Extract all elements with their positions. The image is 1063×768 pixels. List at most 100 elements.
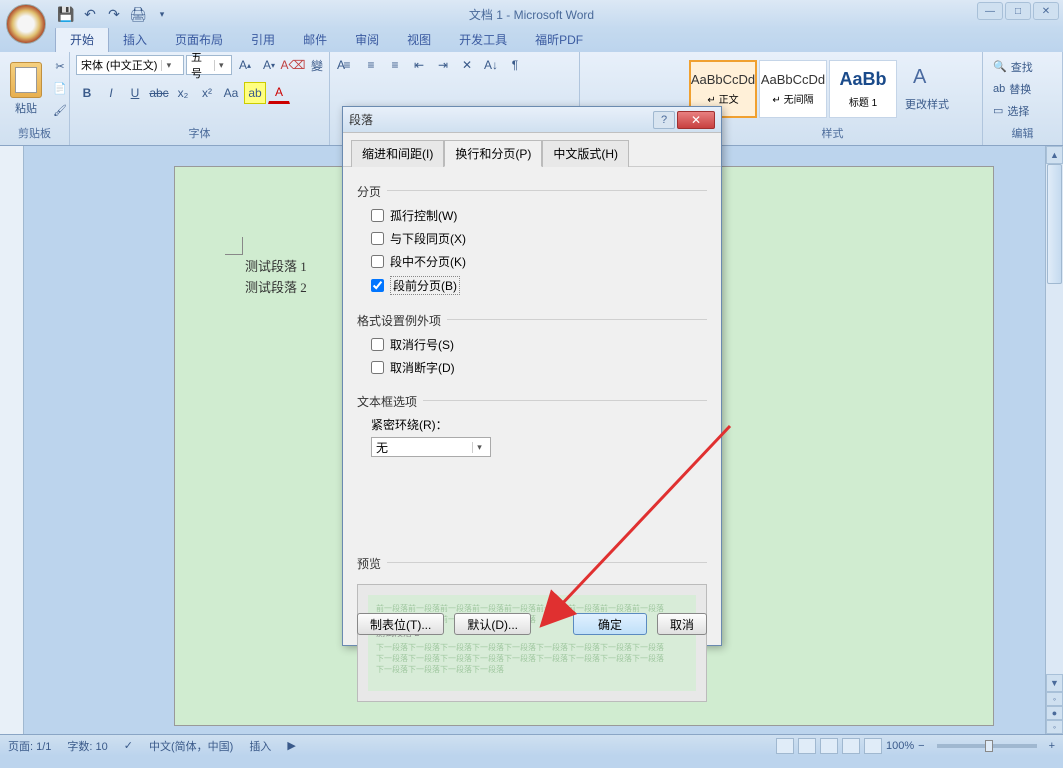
macro-icon[interactable]: ▶ <box>287 739 295 752</box>
highlight-button[interactable]: ab <box>244 82 266 104</box>
vertical-scrollbar[interactable]: ▲ ▼ ◦ ● ◦ <box>1045 146 1063 734</box>
default-button[interactable]: 默认(D)... <box>454 613 531 635</box>
zoom-level[interactable]: 100% <box>886 740 914 752</box>
phonetic-guide-icon[interactable]: 變 <box>306 54 328 76</box>
tab-references[interactable]: 引用 <box>237 27 289 52</box>
scroll-up-icon[interactable]: ▲ <box>1046 146 1063 164</box>
find-button[interactable]: 🔍查找 <box>989 57 1037 77</box>
tab-home[interactable]: 开始 <box>55 26 109 52</box>
browse-object-icon[interactable]: ● <box>1046 706 1063 720</box>
maximize-button[interactable]: □ <box>1005 2 1031 20</box>
zoom-out-icon[interactable]: − <box>918 740 924 752</box>
vertical-ruler[interactable] <box>0 146 24 734</box>
font-name-combo[interactable]: 宋体 (中文正文)▾ <box>76 55 184 75</box>
window-title: 文档 1 - Microsoft Word <box>469 6 594 23</box>
select-icon: ▭ <box>993 104 1003 117</box>
copy-icon[interactable]: 📄 <box>50 79 70 99</box>
draft-view-icon[interactable] <box>864 738 882 754</box>
web-layout-view-icon[interactable] <box>820 738 838 754</box>
minimize-button[interactable]: — <box>977 2 1003 20</box>
tab-review[interactable]: 审阅 <box>341 27 393 52</box>
scroll-track[interactable] <box>1046 164 1063 674</box>
dialog-help-button[interactable]: ? <box>653 111 675 129</box>
qat-dropdown-icon[interactable]: ▾ <box>151 3 173 25</box>
bullets-icon[interactable]: ≡ <box>336 54 358 76</box>
clear-format-icon[interactable]: A⌫ <box>282 54 304 76</box>
font-size-combo[interactable]: 五号▾ <box>186 55 232 75</box>
outline-view-icon[interactable] <box>842 738 860 754</box>
undo-icon[interactable]: ↶ <box>79 3 101 25</box>
font-color-button[interactable]: A <box>268 82 290 104</box>
tabs-button[interactable]: 制表位(T)... <box>357 613 444 635</box>
tight-wrap-combo[interactable]: 无▾ <box>371 437 491 457</box>
scroll-down-icon[interactable]: ▼ <box>1046 674 1063 692</box>
proofing-icon[interactable]: ✓ <box>124 739 133 752</box>
bold-button[interactable]: B <box>76 82 98 104</box>
select-button[interactable]: ▭选择 <box>989 101 1037 121</box>
save-icon[interactable]: 💾 <box>55 3 77 25</box>
numbering-icon[interactable]: ≡ <box>360 54 382 76</box>
suppress-line-numbers-checkbox[interactable] <box>371 338 384 351</box>
superscript-button[interactable]: x² <box>196 82 218 104</box>
tab-insert[interactable]: 插入 <box>109 27 161 52</box>
prev-page-icon[interactable]: ◦ <box>1046 692 1063 706</box>
keep-lines-checkbox[interactable] <box>371 255 384 268</box>
scroll-thumb[interactable] <box>1047 164 1062 284</box>
page-break-before-checkbox[interactable] <box>371 279 384 292</box>
office-button[interactable] <box>6 4 46 44</box>
print-layout-view-icon[interactable] <box>776 738 794 754</box>
keep-lines-label: 段中不分页(K) <box>390 253 466 270</box>
keep-with-next-checkbox[interactable] <box>371 232 384 245</box>
ok-button[interactable]: 确定 <box>573 613 647 635</box>
redo-icon[interactable]: ↷ <box>103 3 125 25</box>
close-button[interactable]: ✕ <box>1033 2 1059 20</box>
show-marks-icon[interactable]: ¶ <box>504 54 526 76</box>
grow-font-icon[interactable]: A▴ <box>234 54 256 76</box>
tab-foxit-pdf[interactable]: 福昕PDF <box>521 27 597 52</box>
dialog-close-button[interactable]: ✕ <box>677 111 715 129</box>
style-no-spacing[interactable]: AaBbCcDd ↵ 无间隔 <box>759 60 827 118</box>
next-page-icon[interactable]: ◦ <box>1046 720 1063 734</box>
increase-indent-icon[interactable]: ⇥ <box>432 54 454 76</box>
suppress-line-numbers-label: 取消行号(S) <box>390 336 454 353</box>
full-screen-view-icon[interactable] <box>798 738 816 754</box>
change-case-button[interactable]: Aa <box>220 82 242 104</box>
tab-mailings[interactable]: 邮件 <box>289 27 341 52</box>
zoom-in-icon[interactable]: + <box>1049 740 1055 752</box>
strikethrough-button[interactable]: abc <box>148 82 170 104</box>
tab-developer[interactable]: 开发工具 <box>445 27 521 52</box>
page-break-before-label: 段前分页(B) <box>390 276 460 295</box>
cancel-button[interactable]: 取消 <box>657 613 707 635</box>
underline-button[interactable]: U <box>124 82 146 104</box>
suppress-hyphenation-checkbox[interactable] <box>371 361 384 374</box>
word-count[interactable]: 字数: 10 <box>67 738 107 754</box>
paste-button[interactable]: 粘贴 <box>6 60 46 118</box>
zoom-slider[interactable] <box>937 744 1037 748</box>
group-font: 宋体 (中文正文)▾ 五号▾ A▴ A▾ A⌫ 變 A B I U abc x₂… <box>70 52 330 145</box>
sort-icon[interactable]: A↓ <box>480 54 502 76</box>
subscript-button[interactable]: x₂ <box>172 82 194 104</box>
tab-indent-spacing[interactable]: 缩进和间距(I) <box>351 140 444 167</box>
shrink-font-icon[interactable]: A▾ <box>258 54 280 76</box>
decrease-indent-icon[interactable]: ⇤ <box>408 54 430 76</box>
tab-view[interactable]: 视图 <box>393 27 445 52</box>
tab-asian-typography[interactable]: 中文版式(H) <box>542 140 629 167</box>
tab-line-page-breaks[interactable]: 换行和分页(P) <box>444 140 542 167</box>
replace-button[interactable]: ab替换 <box>989 79 1037 99</box>
dialog-titlebar[interactable]: 段落 ? ✕ <box>343 107 721 133</box>
multilevel-icon[interactable]: ≡ <box>384 54 406 76</box>
preview-box: 前一段落前一段落前一段落前一段落前一段落前一段落前一段落前一段落前一段落 前一段… <box>357 584 707 702</box>
zoom-slider-thumb[interactable] <box>985 740 993 752</box>
print-preview-icon[interactable]: 🖨 <box>127 3 149 25</box>
change-styles-button[interactable]: A 更改样式 <box>901 64 953 114</box>
italic-button[interactable]: I <box>100 82 122 104</box>
widow-control-checkbox[interactable] <box>371 209 384 222</box>
language-status[interactable]: 中文(简体，中国) <box>149 738 233 754</box>
insert-mode[interactable]: 插入 <box>249 738 271 754</box>
cut-icon[interactable]: ✂ <box>50 57 70 77</box>
style-heading1[interactable]: AaBb 标题 1 <box>829 60 897 118</box>
asian-layout-icon[interactable]: ✕ <box>456 54 478 76</box>
format-painter-icon[interactable]: 🖌 <box>50 101 70 121</box>
paste-label: 粘贴 <box>15 100 37 116</box>
page-status[interactable]: 页面: 1/1 <box>8 738 51 754</box>
